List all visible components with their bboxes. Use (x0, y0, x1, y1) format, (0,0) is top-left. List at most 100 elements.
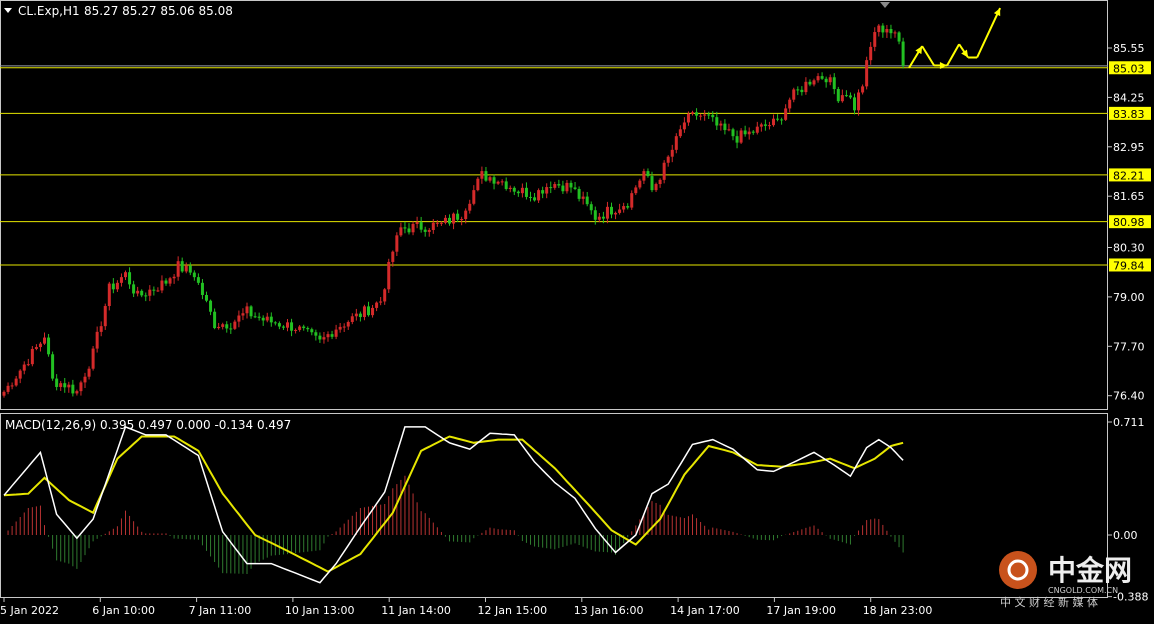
candle-body (338, 326, 342, 330)
price-tick-label: 82.95 (1113, 141, 1145, 154)
candle-body (111, 283, 115, 290)
candle-body (314, 332, 318, 336)
candle-body (585, 196, 589, 205)
candle-body (30, 348, 34, 365)
time-tick-label: 17 Jan 19:00 (766, 604, 836, 617)
chart-background (0, 0, 1154, 620)
time-tick-label: 5 Jan 2022 (0, 604, 59, 617)
candle-body (804, 81, 808, 93)
candle-body (443, 217, 447, 223)
candle-body (415, 222, 419, 224)
candle-body (290, 322, 294, 331)
candle-body (743, 130, 747, 135)
candle-body (452, 213, 456, 224)
candle-body (533, 197, 537, 201)
candle-body (695, 112, 699, 116)
candle-body (273, 322, 277, 324)
candle-body (861, 86, 865, 93)
candle-body (792, 89, 796, 100)
candle-body (411, 223, 415, 233)
candle-body (691, 112, 694, 114)
candle-body (869, 46, 873, 61)
candle-body (119, 277, 123, 283)
candle-body (873, 32, 877, 47)
candle-body (431, 222, 435, 231)
time-tick-label: 18 Jan 23:00 (863, 604, 933, 617)
candle-body (205, 295, 208, 301)
candle-body (281, 326, 285, 328)
time-tick-label: 6 Jan 10:00 (92, 604, 155, 617)
candle-body (26, 364, 30, 366)
candle-body (484, 171, 488, 181)
candle-body (51, 354, 55, 379)
candle-body (573, 187, 577, 189)
candle-body (152, 289, 156, 291)
candle-body (79, 382, 83, 392)
candle-body (816, 76, 820, 81)
candle-body (549, 187, 553, 189)
level-price-text: 80.98 (1113, 216, 1145, 229)
candle-body (318, 335, 322, 340)
time-tick-label: 10 Jan 13:00 (285, 604, 355, 617)
candle-body (399, 227, 403, 236)
candle-body (626, 206, 630, 208)
candle-body (557, 184, 561, 186)
candle-body (670, 149, 674, 157)
candle-body (537, 190, 541, 201)
candle-body (168, 278, 172, 284)
candle-body (715, 117, 719, 126)
candle-body (820, 76, 824, 79)
candle-body (682, 122, 686, 130)
candle-body (601, 216, 605, 219)
candle-body (650, 176, 654, 191)
candle-body (217, 326, 221, 329)
candle-body (545, 187, 549, 194)
candle-body (67, 384, 71, 388)
watermark-brand: 中金网 (1048, 554, 1132, 587)
candle-body (844, 95, 848, 97)
time-tick-label: 14 Jan 17:00 (670, 604, 740, 617)
candle-body (504, 181, 508, 189)
candle-body (342, 326, 346, 328)
candle-body (630, 193, 634, 208)
candle-body (136, 290, 140, 294)
candle-body (99, 326, 103, 332)
time-tick-label: 11 Jan 14:00 (381, 604, 451, 617)
candle-body (132, 284, 136, 294)
candle-body (18, 370, 22, 379)
candle-body (221, 324, 225, 327)
candle-body (310, 329, 314, 333)
candle-body (605, 206, 609, 219)
candle-body (642, 171, 646, 181)
candle-body (172, 276, 176, 279)
macd-tick-label: 0.711 (1113, 416, 1145, 429)
candle-body (156, 290, 160, 292)
candle-body (516, 191, 520, 194)
candle-body (229, 328, 233, 330)
candle-body (188, 265, 192, 273)
candle-body (22, 364, 26, 371)
candle-body (391, 251, 395, 262)
candle-body (480, 171, 484, 179)
price-tick-label: 80.30 (1113, 242, 1145, 255)
candle-body (354, 313, 358, 317)
candle-body (678, 129, 682, 137)
candle-body (476, 178, 480, 191)
candle-body (500, 181, 504, 183)
candle-body (719, 123, 723, 126)
candle-body (375, 302, 379, 308)
candle-body (83, 376, 87, 383)
candle-body (144, 295, 148, 297)
candle-body (237, 315, 241, 322)
candle-body (2, 391, 6, 396)
candle-body (747, 131, 751, 135)
watermark-domain: CNGOLD.COM.CN (1048, 586, 1118, 595)
candle-body (423, 229, 427, 232)
candle-body (796, 89, 800, 91)
candle-body (618, 209, 622, 213)
candle-body (233, 321, 237, 329)
candle-body (160, 280, 164, 291)
candle-body (10, 385, 14, 387)
candle-body (703, 114, 707, 116)
candle-body (14, 378, 18, 386)
